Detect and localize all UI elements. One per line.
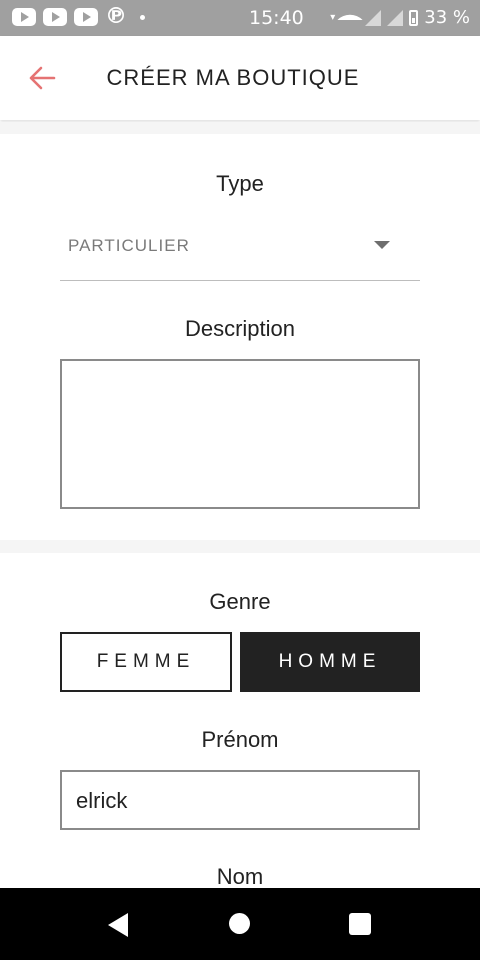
type-select[interactable]: PARTICULIER [60, 222, 420, 281]
youtube-icon [12, 8, 36, 26]
status-bar: ℗ 15:40 ▾ 33 % [0, 0, 480, 36]
nom-label: Nom [216, 864, 264, 889]
genre-homme-button[interactable]: HOMME [240, 632, 420, 692]
youtube-icon [74, 8, 98, 26]
app-bar: CRÉER MA BOUTIQUE [0, 36, 480, 120]
signal-icon [387, 9, 404, 26]
p-app-icon: ℗ [105, 4, 127, 29]
youtube-icon [43, 8, 67, 26]
genre-label: Genre [209, 589, 271, 614]
genre-femme-button[interactable]: FEMME [60, 632, 232, 692]
page-title: CRÉER MA BOUTIQUE [106, 65, 360, 90]
description-label: Description [184, 316, 296, 341]
back-triangle-icon[interactable] [108, 913, 128, 937]
dot-icon [140, 14, 145, 20]
section-divider [0, 540, 480, 553]
navigation-bar [0, 888, 480, 960]
data-arrows-icon: ▾ [330, 12, 336, 23]
type-label: Type [216, 171, 264, 196]
prenom-label: Prénom [201, 727, 279, 752]
battery-percent: 33 % [424, 7, 470, 28]
status-time: 15:40 [249, 7, 304, 29]
signal-icon [365, 9, 382, 26]
dropdown-arrow-icon [374, 241, 390, 249]
prenom-input[interactable]: elrick [60, 770, 420, 830]
status-indicators: ▾ 33 % [330, 7, 470, 28]
section-divider [0, 122, 480, 134]
home-circle-icon[interactable] [229, 913, 250, 934]
type-select-value: PARTICULIER [68, 236, 190, 255]
description-textarea[interactable] [60, 359, 420, 509]
wifi-icon [341, 11, 359, 25]
battery-icon [409, 9, 419, 26]
recents-square-icon[interactable] [349, 913, 371, 935]
prenom-input-value: elrick [76, 788, 128, 813]
notification-icons: ℗ [12, 4, 145, 29]
